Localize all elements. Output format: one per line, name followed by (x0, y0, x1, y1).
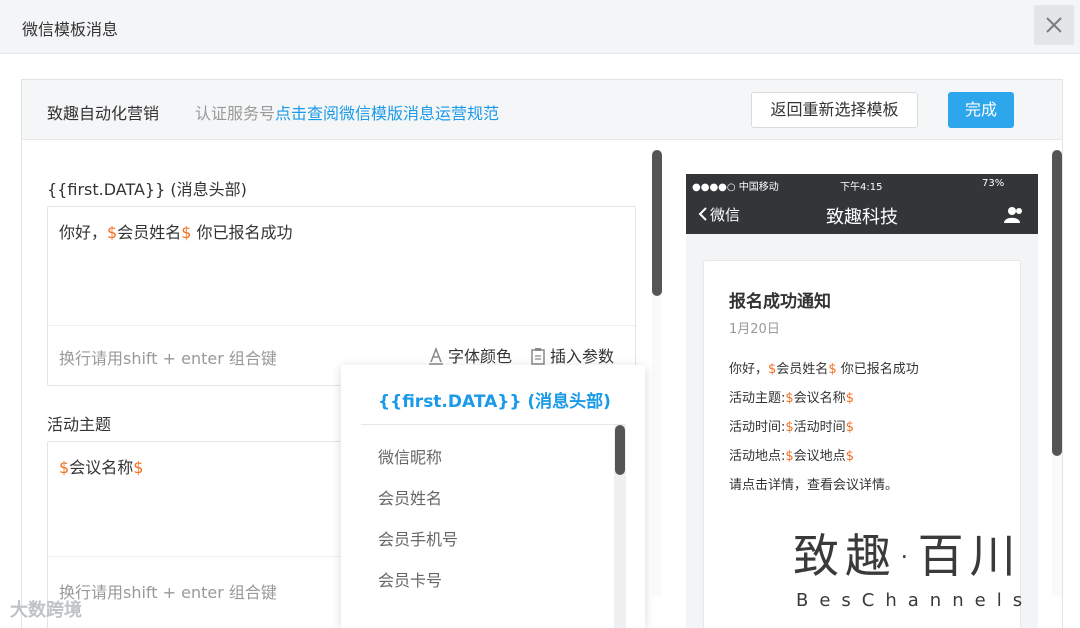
carrier-status: ●●●●○ 中国移动 (692, 182, 779, 193)
insert-param-dropdown: {{first.DATA}} (消息头部) 微信昵称 会员姓名 会员手机号 会员… (341, 365, 645, 628)
dropdown-header[interactable]: {{first.DATA}} (消息头部) (378, 387, 611, 412)
text-suffix: 你已报名成功 (191, 223, 293, 242)
editor-content[interactable]: $会议名称$ (59, 454, 143, 478)
var-open: $ (107, 223, 118, 242)
card-line: 活动地点:$会议地点$ (729, 449, 854, 464)
var-close: $ (133, 458, 144, 477)
close-button[interactable] (1034, 5, 1074, 45)
editor-content[interactable]: 你好，$会员姓名$ 你已报名成功 (59, 219, 293, 243)
newline-hint: 换行请用shift + enter 组合键 (59, 583, 277, 602)
battery-status: 73% (982, 178, 1005, 189)
line-var: 会议名称 (793, 391, 846, 406)
var-close: $ (181, 223, 192, 242)
variable-member-name: 会员姓名 (117, 223, 182, 242)
phone-nav-title: 致趣科技 (826, 207, 898, 228)
clock-status: 下午4:15 (840, 182, 883, 193)
dropdown-item[interactable]: 会员卡号 (378, 567, 442, 591)
variable-meeting-name: 会议名称 (69, 458, 134, 477)
dialog-title: 微信模板消息 (22, 20, 119, 39)
panel-toolbar: 致趣自动化营销 认证服务号点击查阅微信模版消息运营规范 返回重新选择模板 完成 (22, 80, 1062, 140)
done-button[interactable]: 完成 (948, 92, 1014, 128)
dropdown-divider (361, 424, 625, 425)
dialog-header: 微信模板消息 (0, 0, 1080, 54)
cert-prefix: 认证服务号 (195, 104, 276, 123)
var-open: $ (59, 458, 70, 477)
watermark-logo: 致趣·百川 (793, 529, 1022, 583)
line-var: 会员姓名 (776, 362, 829, 377)
line-var: 活动时间 (793, 420, 846, 435)
reselect-template-button[interactable]: 返回重新选择模板 (751, 92, 918, 128)
newline-hint: 换行请用shift + enter 组合键 (59, 349, 277, 368)
clipboard-icon (531, 348, 545, 365)
card-line: 活动主题:$会议名称$ (729, 391, 854, 406)
font-color-label: 字体颜色 (448, 347, 513, 366)
close-icon (1046, 17, 1062, 33)
text-prefix: 你好， (59, 223, 108, 242)
card-footer: 请点击详情，查看会议详情。 (729, 478, 899, 493)
card-title: 报名成功通知 (729, 292, 831, 312)
font-color-icon (429, 346, 443, 365)
font-color-button[interactable]: 字体颜色 (428, 343, 512, 367)
card-line: 你好，$会员姓名$ 你已报名成功 (729, 362, 919, 377)
preview-scrollbar[interactable] (1052, 150, 1062, 596)
guidelines-link[interactable]: 点击查阅微信模版消息运营规范 (275, 104, 499, 123)
scrollbar-thumb[interactable] (652, 150, 662, 296)
field-label-first-data: {{first.DATA}} (消息头部) (47, 180, 247, 199)
line-suffix: 你已报名成功 (836, 362, 919, 377)
dropdown-item[interactable]: 会员手机号 (378, 526, 458, 550)
line-prefix: 你好， (729, 362, 769, 377)
watermark-logo-en: BesChannels (796, 590, 1034, 611)
line-prefix: 活动地点: (729, 449, 786, 464)
insert-param-button[interactable]: 插入参数 (530, 343, 614, 367)
line-prefix: 活动时间: (729, 420, 786, 435)
dropdown-scrollbar-thumb[interactable] (615, 425, 625, 475)
insert-param-label: 插入参数 (550, 347, 615, 366)
watermark-source: 大数跨境 (10, 600, 82, 621)
card-date: 1月20日 (729, 322, 780, 337)
editor-scrollbar[interactable] (652, 150, 662, 596)
dropdown-scrollbar[interactable] (614, 425, 626, 628)
line-prefix: 活动主题: (729, 391, 786, 406)
first-data-editor[interactable]: 你好，$会员姓名$ 你已报名成功 换行请用shift + enter 组合键 字… (47, 206, 636, 386)
brand-name: 致趣自动化营销 (47, 104, 160, 123)
line-var: 会议地点 (793, 449, 846, 464)
dropdown-item[interactable]: 微信昵称 (378, 444, 442, 468)
field-label-activity-topic: 活动主题 (47, 415, 112, 434)
phone-nav-bar: ●●●●○ 中国移动 下午4:15 73% 微信 致趣科技 (686, 174, 1038, 234)
user-profile-icon (1004, 207, 1022, 223)
cert-text: 认证服务号点击查阅微信模版消息运营规范 (195, 100, 499, 124)
scrollbar-thumb[interactable] (1052, 150, 1062, 456)
card-line: 活动时间:$活动时间$ (729, 420, 854, 435)
dropdown-item[interactable]: 会员姓名 (378, 485, 442, 509)
